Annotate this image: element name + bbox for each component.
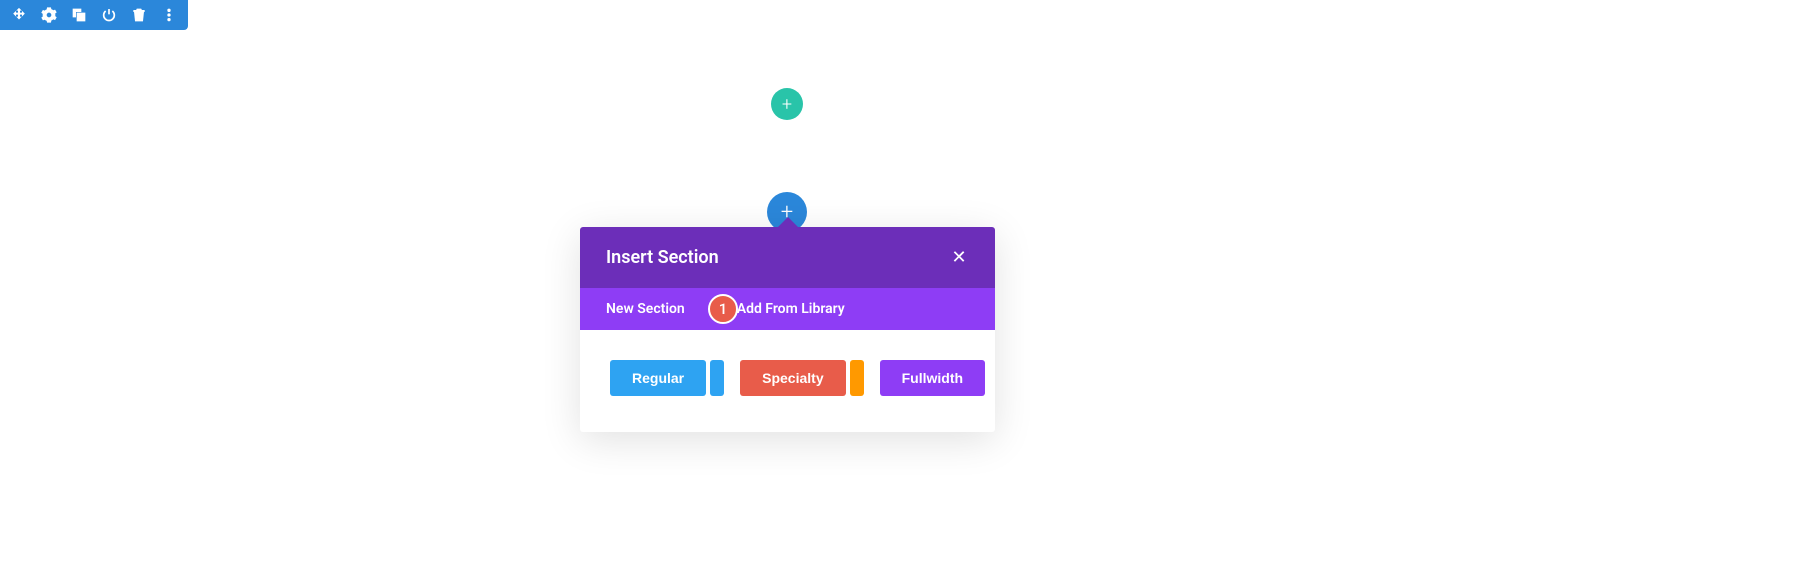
specialty-button[interactable]: Specialty — [740, 360, 845, 396]
modal-header: Insert Section ✕ — [580, 227, 995, 288]
insert-section-modal: Insert Section ✕ New Section 1 Add From … — [580, 227, 995, 432]
modal-body: Regular Specialty Fullwidth — [580, 330, 995, 432]
regular-dropdown[interactable] — [710, 360, 724, 396]
tab-add-from-library[interactable]: Add From Library — [737, 301, 845, 317]
more-icon[interactable] — [160, 6, 178, 24]
move-icon[interactable] — [10, 6, 28, 24]
annotation-badge: 1 — [708, 294, 738, 324]
regular-group: Regular — [610, 360, 724, 396]
specialty-group: Specialty — [740, 360, 863, 396]
power-icon[interactable] — [100, 6, 118, 24]
plus-icon: + — [782, 94, 792, 115]
regular-button[interactable]: Regular — [610, 360, 706, 396]
specialty-dropdown[interactable] — [850, 360, 864, 396]
add-row-button[interactable]: + — [771, 88, 803, 120]
modal-title: Insert Section — [606, 247, 719, 268]
modal-tabs: New Section 1 Add From Library — [580, 288, 995, 330]
trash-icon[interactable] — [130, 6, 148, 24]
close-icon[interactable]: ✕ — [949, 248, 969, 268]
gear-icon[interactable] — [40, 6, 58, 24]
section-toolbar — [0, 0, 188, 30]
fullwidth-button[interactable]: Fullwidth — [880, 360, 985, 396]
tab-new-section[interactable]: New Section — [606, 301, 685, 317]
duplicate-icon[interactable] — [70, 6, 88, 24]
